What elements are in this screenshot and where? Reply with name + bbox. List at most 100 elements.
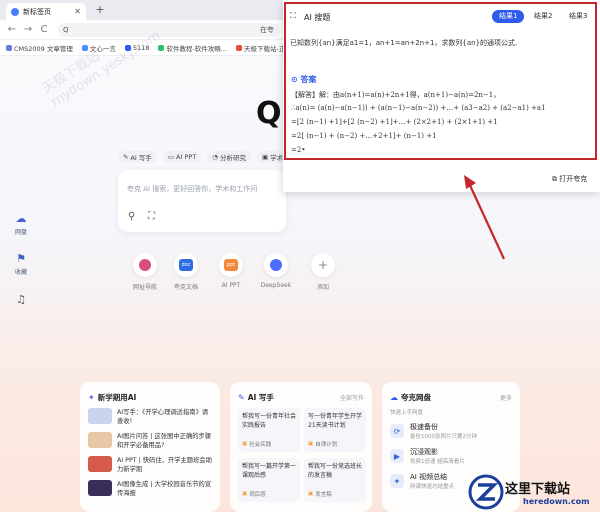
tag-icon: ▣: [242, 491, 248, 497]
tab-title: 新标签页: [23, 7, 51, 16]
analysis-icon: ◔: [212, 153, 218, 161]
quark-logo: Q: [256, 96, 282, 131]
question-text: 已知数列{an}满足a1=1，an+1=an+2n+1，求数列{an}的通项公式…: [290, 39, 518, 47]
sidebar-label: 收藏: [14, 269, 27, 276]
solution-line: =2•: [291, 146, 306, 154]
bookmark-icon: [81, 44, 88, 51]
sidebar-item-drive[interactable]: ☁ 网盘: [8, 212, 34, 236]
site-logo-icon: [468, 474, 504, 510]
app-label: 添加: [316, 284, 329, 291]
quark-favicon-icon: [11, 7, 19, 16]
solution-line: ∴a(n)= (a(n)−a(n−1)) + (a(n−1)−a(n−2)) +…: [291, 104, 546, 112]
bookmark-label: CMS2009 文章管理: [14, 44, 73, 53]
news-thumbnail: [88, 432, 112, 448]
bookmark-icon: [235, 44, 242, 51]
news-item[interactable]: AI图片问答 | 这张图中正确的步骤和开学必备用品?: [88, 432, 214, 450]
sidebar-label: 网盘: [14, 229, 27, 236]
attach-icon[interactable]: ⚲: [128, 211, 135, 222]
ai-search-box[interactable]: [118, 170, 286, 232]
backup-icon: ⟳: [390, 424, 404, 438]
card-title: AI 写手: [247, 393, 274, 402]
address-bar-hint: 在夸: [260, 26, 274, 34]
bookmark-label: 软件教程-软件攻略...: [166, 44, 227, 53]
chip-analysis[interactable]: ◔ 分析研究: [207, 151, 251, 163]
close-tab-icon[interactable]: ✕: [74, 7, 81, 16]
more-writing-link[interactable]: 全部写作: [340, 393, 364, 402]
card-ai-writer: ✎ AI 写手 全部写作 帮我写一份青年社会实践报告 ▣ 社会实践 写一份青年学生…: [230, 382, 372, 512]
more-drive-link[interactable]: 更多: [500, 393, 512, 402]
app-label: 夸克文档: [173, 284, 198, 291]
news-thumbnail: [88, 456, 112, 472]
forward-button[interactable]: →: [22, 24, 34, 36]
tag-icon: ▣: [308, 491, 314, 497]
writer-tile[interactable]: 写一份青年学生开学21天读书计划 ▣ 自律计划: [304, 408, 366, 452]
external-link-icon: ⧉: [552, 175, 557, 183]
news-thumbnail: [88, 408, 112, 424]
writer-tile[interactable]: 帮我写一份青年社会实践报告 ▣ 社会实践: [238, 408, 300, 452]
scan-icon[interactable]: ⛶: [148, 211, 155, 222]
open-quark-button[interactable]: ⧉ 打开夸克: [552, 174, 587, 184]
annotation-arrow: [464, 175, 505, 260]
chip-ai-ppt[interactable]: ▭ AI PPT: [162, 151, 202, 163]
bookmark-icon: [6, 44, 12, 51]
site-name: 这里下载站: [505, 482, 571, 497]
app-label: DeepSeek: [260, 282, 292, 289]
news-item[interactable]: AI写手：《开学心理调适指南》请查收!: [88, 408, 214, 426]
app-label: 网址导航: [132, 284, 157, 291]
tool-chips: ✎ AI 写手 ▭ AI PPT ◔ 分析研究 ▣ 学术搜: [118, 151, 295, 163]
tab-new-tab[interactable]: 新标签页 ✕: [6, 3, 86, 20]
sidebar-item-support[interactable]: ♫: [8, 293, 34, 308]
news-item[interactable]: AI PPT | 快码住，开学主题班会助力新学期: [88, 456, 214, 474]
doc-icon: doc: [179, 259, 193, 271]
app-label: AI PPT: [221, 282, 241, 289]
reload-button[interactable]: C: [38, 24, 50, 36]
drive-feature[interactable]: ▶ 沉浸观影 免费1倍速 超高清看片: [390, 447, 510, 465]
plus-icon: +: [317, 258, 329, 272]
bookmark-item[interactable]: CMS2009 文章管理: [6, 43, 73, 53]
site-url: heredown.com: [523, 497, 590, 506]
video-icon: ▶: [390, 449, 404, 463]
deepseek-icon: [270, 259, 282, 271]
omnibox-search-icon: Q: [63, 26, 69, 34]
new-tab-button[interactable]: +: [93, 3, 107, 17]
pen-icon: ✎: [123, 153, 129, 161]
solution-line: =2[ (n−1) + (n−2) +…+2+1]+ (n−1) +1: [291, 132, 437, 140]
location-pin-icon: ⊙: [291, 75, 298, 84]
tag-icon: ▣: [242, 441, 248, 447]
drive-feature[interactable]: ⟳ 极速备份 备份1000张照片只要2分钟: [390, 422, 510, 440]
card-title: 夸克网盘: [401, 393, 431, 402]
tab-result-3[interactable]: 结果3: [562, 10, 594, 23]
app-deepseek[interactable]: DeepSeek: [259, 253, 293, 289]
bookmark-icon: ⚑: [16, 252, 26, 265]
sidebar-item-favorites[interactable]: ⚑ 收藏: [8, 252, 34, 276]
app-docs[interactable]: doc 夸克文档: [169, 253, 203, 291]
drive-subtitle: 快速上手网盘: [390, 410, 424, 416]
slides-icon: ▭: [167, 153, 175, 161]
address-bar[interactable]: Q: [58, 23, 280, 37]
tag-icon: ▣: [308, 441, 314, 447]
academic-icon: ▣: [261, 153, 269, 161]
solution-line: =[2 (n−1) +1]+[2 (n−2) +1]+…+ (2×2+1) + …: [291, 118, 498, 126]
news-item[interactable]: AI图像生成 | 大学校园音乐节的宣传海报: [88, 480, 214, 498]
search-input[interactable]: 夸克 AI 搜索，更好回答你，学术和工作问: [127, 184, 282, 194]
sparkle-icon: ✦: [88, 393, 95, 402]
bookmark-icon: [158, 44, 165, 51]
chip-ai-writer[interactable]: ✎ AI 写手: [118, 151, 157, 163]
panel-title: AI 搜题: [304, 13, 331, 22]
pen-icon: ✎: [238, 393, 245, 402]
answer-heading: ⊙ 答案: [291, 75, 317, 84]
app-ai-ppt[interactable]: ppt AI PPT: [214, 253, 248, 289]
writer-tile[interactable]: 帮我写一份竞选班长的发言稿 ▣ 发言稿: [304, 458, 366, 502]
bookmark-item[interactable]: 软件教程-软件攻略...: [158, 43, 227, 53]
app-navigation[interactable]: 网址导航: [128, 253, 162, 291]
app-add[interactable]: + 添加: [306, 253, 340, 291]
ai-summary-icon: ✦: [390, 474, 404, 488]
cloud-icon: ☁: [15, 212, 27, 225]
news-thumbnail: [88, 480, 112, 496]
writer-tile[interactable]: 帮我写一篇开学第一课观后感 ▣ 观后感: [238, 458, 300, 502]
back-button[interactable]: ←: [6, 24, 18, 36]
scan-icon: ⛶: [290, 11, 296, 20]
tab-result-2[interactable]: 结果2: [527, 10, 559, 23]
tab-result-1[interactable]: 结果1: [492, 10, 525, 23]
solution-line: 【解答】解：由a(n+1)=a(n)+2n+1得，a(n+1)−a(n)=2n−…: [291, 91, 501, 99]
